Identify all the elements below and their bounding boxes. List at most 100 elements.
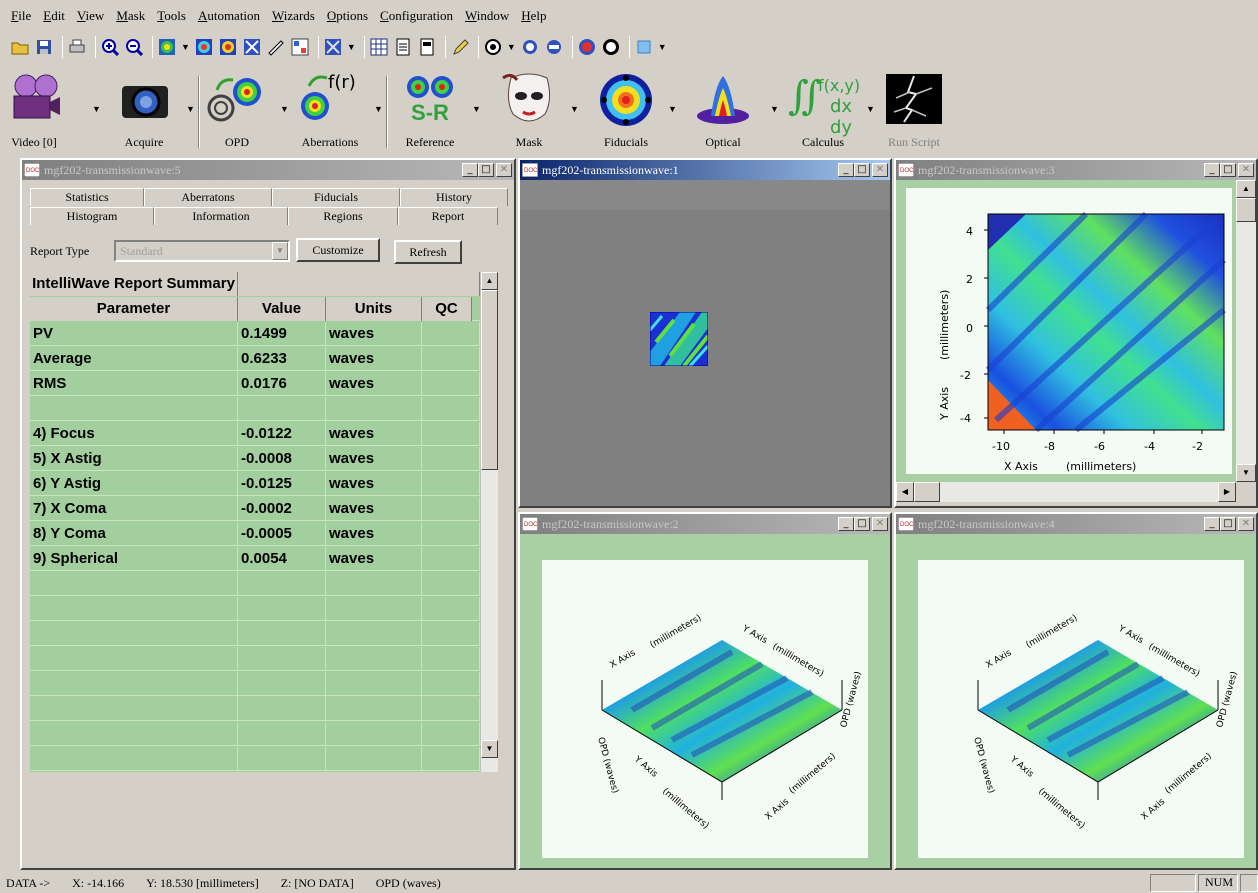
maximize-button[interactable]: □ — [1220, 163, 1236, 177]
mask-button[interactable]: Mask — [490, 70, 568, 154]
scroll-down-icon[interactable]: ▼ — [481, 740, 498, 758]
table-row[interactable]: Average 0.6233 waves — [30, 347, 480, 371]
wave-window-4-titlebar[interactable]: DOC mgf202-transmissionwave:4 _ □ ✕ — [896, 514, 1256, 534]
close-button[interactable]: ✕ — [496, 163, 512, 177]
minimize-button[interactable]: _ — [1204, 163, 1220, 177]
table-row[interactable]: 4) Focus -0.0122 waves — [30, 422, 480, 446]
table-icon[interactable] — [369, 36, 389, 58]
menu-window[interactable]: Window — [460, 8, 516, 24]
minimize-button[interactable]: _ — [838, 517, 854, 531]
wave-window-1-titlebar[interactable]: DOC mgf202-transmissionwave:1 _ □ ✕ — [520, 160, 890, 180]
table-row[interactable]: 8) Y Coma -0.0005 waves — [30, 522, 480, 546]
scroll-thumb[interactable] — [481, 290, 498, 470]
close-button[interactable]: ✕ — [872, 517, 888, 531]
table-row[interactable]: PV 0.1499 waves — [30, 322, 480, 346]
surface-plot-2[interactable]: X Axis (millimeters) Y Axis (millimeters… — [542, 560, 868, 858]
table-row[interactable] — [30, 597, 480, 621]
aberrations-button[interactable]: f(r) Aberrations — [290, 70, 370, 154]
surface-plot-4[interactable]: X Axis (millimeters) Y Axis (millimeters… — [918, 560, 1244, 858]
save-icon[interactable] — [34, 36, 54, 58]
video-dropdown-icon[interactable]: ▼ — [92, 104, 101, 114]
maximize-button[interactable]: □ — [854, 163, 870, 177]
table-row[interactable] — [30, 672, 480, 696]
table-row[interactable]: 7) X Coma -0.0002 waves — [30, 497, 480, 521]
tab-fiducials[interactable]: Fiducials — [272, 188, 400, 206]
calculus-dropdown-icon[interactable]: ▼ — [866, 104, 875, 114]
tab-report[interactable]: Report — [398, 207, 498, 225]
scroll-right-icon[interactable]: ▶ — [1218, 482, 1236, 502]
print-icon[interactable] — [67, 36, 87, 58]
acquire-dropdown-icon[interactable]: ▼ — [186, 104, 195, 114]
zoom-in-icon[interactable] — [100, 36, 120, 58]
pattern-icon[interactable] — [323, 36, 343, 58]
scroll-left-icon[interactable]: ◀ — [896, 482, 914, 502]
table-row[interactable] — [30, 747, 480, 771]
open-icon[interactable] — [10, 36, 30, 58]
close-button[interactable]: ✕ — [1238, 163, 1254, 177]
table-row[interactable] — [30, 697, 480, 721]
doc-2-icon[interactable] — [417, 36, 437, 58]
tab-histogram[interactable]: Histogram — [30, 207, 154, 225]
menu-file[interactable]: File — [6, 8, 38, 24]
header-qc[interactable]: QC — [422, 297, 472, 321]
customize-button[interactable]: Customize — [296, 238, 380, 262]
mask-dropdown-icon[interactable]: ▼ — [570, 104, 579, 114]
menu-automation[interactable]: Automation — [193, 8, 267, 24]
menu-tools[interactable]: Tools — [152, 8, 193, 24]
report-type-select[interactable]: Standard ▼ — [114, 240, 290, 262]
maximize-button[interactable]: □ — [1220, 517, 1236, 531]
target-icon[interactable] — [483, 36, 503, 58]
horizontal-scrollbar[interactable]: ◀ ▶ — [896, 482, 1236, 502]
report-summary-grid[interactable]: IntelliWave Report Summary Parameter Val… — [30, 272, 498, 772]
maximize-button[interactable]: □ — [854, 517, 870, 531]
table-row[interactable] — [30, 397, 480, 421]
scroll-down-icon[interactable]: ▼ — [1236, 464, 1256, 482]
table-row[interactable]: RMS 0.0176 waves — [30, 372, 480, 396]
table-row[interactable] — [30, 647, 480, 671]
doc-icon[interactable] — [393, 36, 413, 58]
scroll-thumb[interactable] — [1236, 198, 1256, 222]
grid-scrollbar[interactable]: ▲ ▼ — [480, 272, 498, 772]
table-row[interactable] — [30, 722, 480, 746]
menu-view[interactable]: View — [72, 8, 111, 24]
wave-window-3-titlebar[interactable]: DOC mgf202-transmissionwave:3 _ □ ✕ — [896, 160, 1256, 180]
grid-icon[interactable] — [290, 36, 310, 58]
optical-dropdown-icon[interactable]: ▼ — [770, 104, 779, 114]
wavefront-icon[interactable] — [157, 36, 177, 58]
close-button[interactable]: ✕ — [1238, 517, 1254, 531]
draw-icon[interactable] — [266, 36, 286, 58]
reference-dropdown-icon[interactable]: ▼ — [472, 104, 481, 114]
table-row[interactable] — [30, 622, 480, 646]
surface-plot-panel-4[interactable]: X Axis (millimeters) Y Axis (millimeters… — [896, 534, 1256, 868]
fiducials-button[interactable]: Fiducials — [584, 70, 668, 154]
menu-edit[interactable]: Edit — [38, 8, 72, 24]
report-window-titlebar[interactable]: DOC mgf202-transmissionwave:5 _ □ ✕ — [22, 160, 514, 180]
wave-thumbnail[interactable] — [650, 312, 708, 366]
scroll-up-icon[interactable]: ▲ — [481, 272, 498, 290]
table-row[interactable]: 6) Y Astig -0.0125 waves — [30, 472, 480, 496]
wave-color-2-icon[interactable] — [218, 36, 238, 58]
wave-canvas-1[interactable] — [520, 180, 890, 506]
fiducials-dropdown-icon[interactable]: ▼ — [668, 104, 677, 114]
vertical-scrollbar[interactable]: ▲ ▼ — [1236, 180, 1256, 482]
optical-button[interactable]: Optical — [682, 70, 764, 154]
table-row[interactable] — [30, 572, 480, 596]
r-icon[interactable] — [601, 36, 621, 58]
wave-window-2-titlebar[interactable]: DOC mgf202-transmissionwave:2 _ □ ✕ — [520, 514, 890, 534]
run-script-button[interactable]: Run Script — [876, 70, 952, 154]
header-value[interactable]: Value — [238, 297, 326, 321]
contour-plot-panel[interactable]: 4 2 0 -2 -4 -10 -8 -6 -4 -2 X Axis (mill… — [896, 180, 1236, 482]
contour-plot[interactable]: 4 2 0 -2 -4 -10 -8 -6 -4 -2 X Axis (mill… — [896, 180, 1236, 482]
tab-aberrations[interactable]: Aberratons — [144, 188, 272, 206]
video-button[interactable]: Video [0] — [4, 70, 64, 154]
scroll-up-icon[interactable]: ▲ — [1236, 180, 1256, 198]
acquire-button[interactable]: Acquire — [106, 70, 182, 154]
wave-color-icon[interactable] — [194, 36, 214, 58]
scroll-thumb[interactable] — [914, 482, 940, 502]
opd-button[interactable]: OPD — [202, 70, 272, 154]
ring-2-icon[interactable] — [544, 36, 564, 58]
ring-icon[interactable] — [520, 36, 540, 58]
menu-help[interactable]: Help — [516, 8, 553, 24]
tab-statistics[interactable]: Statistics — [30, 188, 144, 206]
tab-regions[interactable]: Regions — [288, 207, 398, 225]
